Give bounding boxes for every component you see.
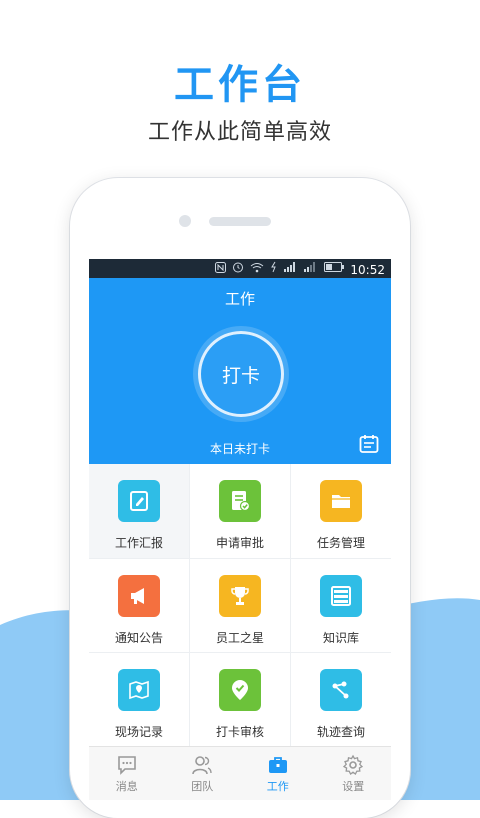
grid-item-employee-star[interactable]: 员工之星: [190, 558, 290, 653]
tab-settings[interactable]: 设置: [316, 747, 392, 800]
grid-item-label: 申请审批: [215, 536, 264, 550]
grid-item-work-report[interactable]: 工作汇报: [89, 464, 189, 558]
signal-icon: [304, 262, 318, 277]
signal-icon: [284, 262, 298, 277]
phone-speaker: [209, 217, 271, 226]
grid-item-label: 轨迹查询: [316, 725, 365, 740]
grid-item-label: 打卡审核: [215, 725, 264, 740]
approval-doc-icon: [219, 480, 261, 522]
grid-item-label: 工作汇报: [114, 536, 163, 550]
chat-icon: [117, 756, 136, 775]
gear-icon: [343, 754, 364, 775]
battery-icon: [324, 262, 345, 277]
promo-title: 工作台: [174, 62, 306, 108]
bottom-tab-bar: 消息 团队 工作 设置: [89, 746, 391, 800]
grid-item-task-management[interactable]: 任务管理: [291, 464, 391, 558]
tab-label: 消息: [115, 780, 138, 793]
team-icon: [192, 756, 212, 775]
status-time: 10:52: [350, 262, 385, 277]
tab-label: 工作: [266, 780, 289, 793]
status-bar: 10:52: [89, 259, 391, 278]
report-edit-icon: [118, 480, 160, 522]
grid-item-knowledge-base[interactable]: 知识库: [291, 558, 391, 653]
grid-item-punch-review[interactable]: 打卡审核: [190, 653, 290, 747]
briefcase-icon: [268, 757, 287, 773]
grid-item-label: 员工之星: [215, 630, 264, 645]
header-title: 工作: [224, 290, 255, 308]
function-grid: 工作汇报 申请审批 任务管理 通知公告 员工之星 知识库 现场记录 打卡审核 轨…: [89, 464, 391, 747]
punch-status-text: 本日未打卡: [209, 442, 270, 456]
grid-item-track-query[interactable]: 轨迹查询: [291, 653, 391, 747]
grid-item-label: 现场记录: [114, 725, 163, 740]
grid-item-notice[interactable]: 通知公告: [89, 558, 189, 653]
punch-in-button[interactable]: 打卡: [198, 331, 284, 417]
tab-team[interactable]: 团队: [165, 747, 241, 800]
grid-item-label: 通知公告: [114, 630, 163, 645]
work-header: 工作 打卡 本日未打卡: [89, 278, 391, 464]
alarm-icon: [232, 261, 244, 278]
tab-label: 团队: [191, 780, 214, 793]
data-icon: [270, 261, 278, 278]
app-screen: 10:52 工作 打卡 本日未打卡 工作汇报 申请审批 任务管理 通知公告 员工…: [89, 259, 391, 800]
wifi-icon: [250, 262, 264, 278]
grid-item-site-record[interactable]: 现场记录: [89, 653, 189, 747]
megaphone-icon: [118, 574, 160, 617]
tab-label: 设置: [342, 780, 365, 793]
tab-work[interactable]: 工作: [240, 747, 316, 800]
map-pin-icon: [118, 669, 160, 712]
grid-item-label: 任务管理: [316, 536, 365, 550]
calendar-icon[interactable]: [359, 434, 379, 454]
phone-camera: [179, 215, 191, 227]
trophy-icon: [219, 574, 261, 617]
bookshelf-icon: [320, 574, 362, 617]
promo-subtitle: 工作从此简单高效: [147, 120, 332, 145]
folder-icon: [320, 480, 362, 522]
route-icon: [320, 669, 362, 712]
grid-item-label: 知识库: [322, 630, 359, 645]
grid-item-application-approval[interactable]: 申请审批: [190, 464, 290, 558]
nfc-icon: [215, 261, 227, 278]
check-pin-icon: [219, 669, 261, 712]
punch-in-label: 打卡: [221, 364, 260, 387]
tab-messages[interactable]: 消息: [89, 747, 165, 800]
